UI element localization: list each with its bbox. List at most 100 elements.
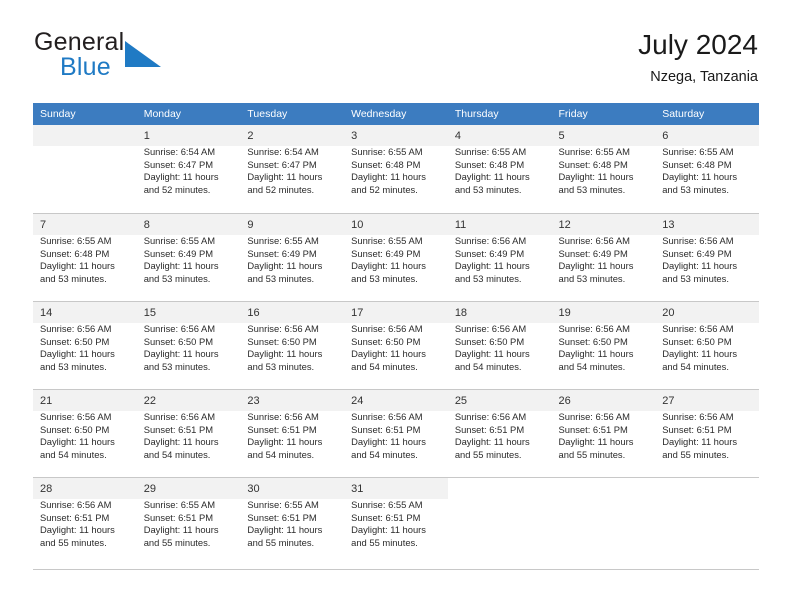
daylight-text-line2: and 54 minutes. [40, 448, 107, 460]
daylight-text-line1: Daylight: 11 hours [40, 348, 115, 360]
day-cell-content: 21 Sunrise: 6:56 AM Sunset: 6:50 PM Dayligh… [40, 390, 130, 461]
day-cell[interactable]: 14 Sunrise: 6:56 AM Sunset: 6:50 PM Dayligh… [33, 301, 137, 389]
sunrise-text: Sunrise: 6:55 AM [558, 146, 630, 157]
day-cell[interactable]: 7 Sunrise: 6:55 AM Sunset: 6:48 PM Daylight… [33, 213, 137, 301]
calendar-cell: 27 Sunrise: 6:56 AM Sunset: 6:51 PM Dayligh… [655, 389, 759, 477]
day-number: 20 [662, 307, 675, 319]
day-cell[interactable]: 8 Sunrise: 6:55 AM Sunset: 6:49 PM Daylight… [136, 213, 241, 301]
day-cell[interactable]: 26 Sunrise: 6:56 AM Sunset: 6:51 PM Dayligh… [551, 389, 656, 477]
day-cell[interactable]: 27 Sunrise: 6:56 AM Sunset: 6:51 PM Dayligh… [655, 389, 759, 477]
day-cell[interactable]: 2 Sunrise: 6:54 AM Sunset: 6:47 PM Daylight… [240, 125, 345, 213]
daylight-text-line1: Daylight: 11 hours [351, 348, 426, 360]
day-cell[interactable]: 6 Sunrise: 6:55 AM Sunset: 6:48 PM Daylight… [655, 125, 759, 213]
day-cell[interactable]: 21 Sunrise: 6:56 AM Sunset: 6:50 PM Dayligh… [33, 389, 137, 477]
calendar-cell: 31 Sunrise: 6:55 AM Sunset: 6:51 PM Dayligh… [344, 477, 448, 565]
calendar-body: 1 Sunrise: 6:54 AM Sunset: 6:47 PM Daylight… [33, 125, 759, 565]
sunrise-text: Sunrise: 6:56 AM [662, 323, 734, 334]
day-cell[interactable]: 16 Sunrise: 6:56 AM Sunset: 6:50 PM Dayligh… [240, 301, 345, 389]
day-number: 8 [143, 219, 150, 231]
weekday-header-tuesday: Tuesday [240, 103, 345, 125]
day-info: Sunrise: 6:56 AM Sunset: 6:50 PM Daylight:… [144, 323, 234, 373]
calendar-cell: 16 Sunrise: 6:56 AM Sunset: 6:50 PM Dayligh… [240, 301, 345, 389]
day-number: 23 [247, 395, 260, 407]
calendar-cell [655, 477, 759, 565]
daylight-text-line2: and 53 minutes. [351, 272, 418, 284]
day-cell[interactable]: 23 Sunrise: 6:56 AM Sunset: 6:51 PM Dayligh… [240, 389, 345, 477]
day-number: 3 [351, 130, 358, 142]
day-number: 4 [454, 130, 461, 142]
page-title: July 2024 [638, 29, 758, 60]
empty-day-cell [655, 477, 759, 565]
daylight-text-line1: Daylight: 11 hours [247, 171, 323, 183]
sunrise-text: Sunrise: 6:55 AM [454, 146, 527, 157]
day-number: 24 [351, 395, 364, 407]
day-number: 9 [247, 219, 254, 231]
daylight-text-line2: and 53 minutes. [662, 183, 729, 195]
weekday-header-monday: Monday [136, 103, 241, 125]
day-cell[interactable]: 15 Sunrise: 6:56 AM Sunset: 6:50 PM Dayligh… [136, 301, 241, 389]
day-cell[interactable]: 4 Sunrise: 6:55 AM Sunset: 6:48 PM Daylight… [447, 125, 552, 213]
day-cell[interactable]: 5 Sunrise: 6:55 AM Sunset: 6:48 PM Daylight… [551, 125, 656, 213]
day-number: 26 [558, 395, 571, 407]
daylight-text-line2: and 53 minutes. [454, 183, 522, 195]
daylight-text-line2: and 53 minutes. [454, 272, 522, 284]
sunrise-text: Sunrise: 6:55 AM [351, 235, 423, 246]
day-cell[interactable]: 13 Sunrise: 6:56 AM Sunset: 6:49 PM Dayligh… [655, 213, 759, 301]
sunset-text: Sunset: 6:49 PM [143, 247, 214, 259]
calendar-cell: 9 Sunrise: 6:55 AM Sunset: 6:49 PM Daylight… [240, 213, 345, 301]
day-info: Sunrise: 6:55 AM Sunset: 6:51 PM Daylight:… [247, 499, 337, 549]
calendar-cell: 6 Sunrise: 6:55 AM Sunset: 6:48 PM Daylight… [655, 125, 759, 213]
brand-logo[interactable]: General Blue [34, 28, 284, 90]
daylight-text-line2: and 55 minutes. [558, 448, 626, 460]
calendar-cell [447, 477, 552, 565]
day-cell[interactable]: 9 Sunrise: 6:55 AM Sunset: 6:49 PM Daylight… [240, 213, 345, 301]
daylight-text-line2: and 55 minutes. [351, 536, 418, 548]
day-cell[interactable]: 19 Sunrise: 6:56 AM Sunset: 6:50 PM Dayligh… [551, 301, 656, 389]
day-cell[interactable]: 20 Sunrise: 6:56 AM Sunset: 6:50 PM Dayligh… [655, 301, 759, 389]
page-header: General Blue July 2024 Nzega, Tanzania [34, 28, 758, 94]
day-cell[interactable]: 25 Sunrise: 6:56 AM Sunset: 6:51 PM Dayligh… [447, 389, 552, 477]
day-number [662, 478, 752, 485]
day-cell[interactable]: 10 Sunrise: 6:55 AM Sunset: 6:49 PM Dayligh… [344, 213, 448, 301]
day-cell[interactable]: 24 Sunrise: 6:56 AM Sunset: 6:51 PM Dayligh… [344, 389, 448, 477]
triangle-flag-icon [125, 41, 161, 67]
day-cell-content: 17 Sunrise: 6:56 AM Sunset: 6:50 PM Dayligh… [351, 302, 441, 373]
daylight-text-line2: and 53 minutes. [247, 360, 315, 372]
day-cell-content: 13 Sunrise: 6:56 AM Sunset: 6:49 PM Dayligh… [662, 214, 752, 285]
daylight-text-line1: Daylight: 11 hours [143, 171, 219, 183]
day-cell[interactable]: 18 Sunrise: 6:56 AM Sunset: 6:50 PM Dayligh… [447, 301, 552, 389]
day-number [40, 125, 130, 132]
day-info: Sunrise: 6:54 AM Sunset: 6:47 PM Daylight:… [144, 146, 234, 196]
day-info: Sunrise: 6:55 AM Sunset: 6:49 PM Daylight:… [247, 235, 337, 285]
day-info: Sunrise: 6:56 AM Sunset: 6:51 PM Daylight:… [247, 411, 337, 461]
daylight-text-line1: Daylight: 11 hours [247, 436, 323, 448]
day-cell[interactable]: 29 Sunrise: 6:55 AM Sunset: 6:51 PM Dayligh… [136, 477, 241, 565]
calendar-cell: 7 Sunrise: 6:55 AM Sunset: 6:48 PM Daylight… [33, 213, 137, 301]
daylight-text-line1: Daylight: 11 hours [40, 436, 115, 448]
sunset-text: Sunset: 6:47 PM [247, 158, 317, 170]
day-info: Sunrise: 6:56 AM Sunset: 6:51 PM Daylight:… [559, 411, 649, 461]
day-number: 29 [143, 483, 156, 495]
day-cell[interactable]: 31 Sunrise: 6:55 AM Sunset: 6:51 PM Dayligh… [344, 477, 448, 565]
day-cell[interactable]: 22 Sunrise: 6:56 AM Sunset: 6:51 PM Dayligh… [136, 389, 241, 477]
sunset-text: Sunset: 6:47 PM [143, 158, 214, 170]
day-cell[interactable]: 11 Sunrise: 6:56 AM Sunset: 6:49 PM Dayligh… [447, 213, 552, 301]
day-cell[interactable]: 1 Sunrise: 6:54 AM Sunset: 6:47 PM Daylight… [136, 125, 241, 213]
day-cell[interactable]: 30 Sunrise: 6:55 AM Sunset: 6:51 PM Dayligh… [240, 477, 345, 565]
day-info: Sunrise: 6:56 AM Sunset: 6:50 PM Daylight:… [247, 323, 337, 373]
calendar-cell: 21 Sunrise: 6:56 AM Sunset: 6:50 PM Dayligh… [33, 389, 137, 477]
sunrise-text: Sunrise: 6:56 AM [143, 411, 216, 422]
sunset-text: Sunset: 6:48 PM [558, 158, 628, 170]
day-cell[interactable]: 17 Sunrise: 6:56 AM Sunset: 6:50 PM Dayligh… [344, 301, 448, 389]
day-cell[interactable]: 12 Sunrise: 6:56 AM Sunset: 6:49 PM Dayligh… [551, 213, 656, 301]
daylight-text-line2: and 52 minutes. [247, 183, 315, 195]
day-cell[interactable]: 3 Sunrise: 6:55 AM Sunset: 6:48 PM Daylight… [344, 125, 448, 213]
sunrise-text: Sunrise: 6:56 AM [143, 323, 216, 334]
day-cell[interactable]: 28 Sunrise: 6:56 AM Sunset: 6:51 PM Dayligh… [33, 477, 137, 565]
day-cell-content: 24 Sunrise: 6:56 AM Sunset: 6:51 PM Dayligh… [351, 390, 441, 461]
calendar-week-row: 14 Sunrise: 6:56 AM Sunset: 6:50 PM Dayligh… [33, 301, 759, 389]
daylight-text-line2: and 54 minutes. [351, 448, 418, 460]
day-cell-content: 20 Sunrise: 6:56 AM Sunset: 6:50 PM Dayligh… [662, 302, 752, 373]
day-number: 17 [351, 307, 364, 319]
day-cell-content [40, 125, 130, 132]
